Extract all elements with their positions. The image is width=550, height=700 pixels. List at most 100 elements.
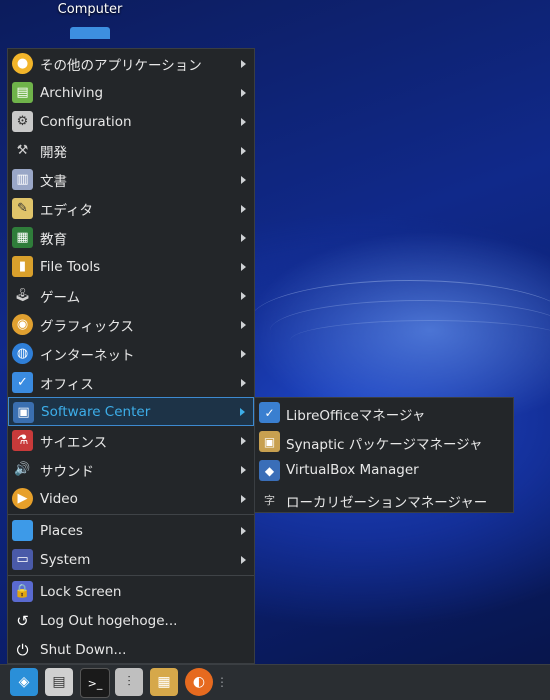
menu-item-science[interactable]: ⚗ サイエンス (8, 426, 254, 455)
menu-item-label: File Tools (40, 258, 101, 275)
application-menu: ● その他のアプリケーション ▤ Archiving ⚙ Configurati… (7, 48, 255, 664)
menu-item-file-tools[interactable]: ▮ File Tools (8, 252, 254, 281)
menu-item-label: その他のアプリケーション (40, 57, 202, 74)
menu-item-label: ゲーム (40, 289, 81, 306)
chevron-right-icon (241, 59, 246, 68)
menu-item-label: System (40, 551, 91, 568)
file-manager-icon[interactable]: ▤ (45, 668, 73, 696)
power-icon: ⏻ (16, 640, 29, 659)
globe-icon: ◍ (12, 343, 33, 364)
menu-item-label: Places (40, 522, 83, 539)
menu-item-sound[interactable]: 🔊 サウンド (8, 455, 254, 484)
menu-item-label: インターネット (40, 347, 135, 364)
menu-item-editors[interactable]: ✎ エディタ (8, 194, 254, 223)
lock-screen-icon: 🔒 (12, 581, 33, 602)
submenu-item-label: VirtualBox Manager (286, 462, 419, 478)
menu-item-label: 開発 (40, 144, 67, 161)
submenu-item-localization[interactable]: 字 ローカリゼーションマネージャー (255, 485, 513, 514)
palette-icon: ◉ (12, 314, 33, 335)
file-tools-icon: ▮ (12, 256, 33, 277)
firefox-icon[interactable]: ◐ (185, 668, 213, 696)
menu-separator (8, 575, 254, 576)
archive-icon: ▤ (12, 82, 33, 103)
editor-icon: ✎ (12, 198, 33, 219)
menu-item-development[interactable]: ⚒ 開発 (8, 136, 254, 165)
video-icon: ▶ (12, 488, 33, 509)
folder-icon (12, 520, 33, 541)
menu-item-configuration[interactable]: ⚙ Configuration (8, 107, 254, 136)
menu-item-label: 教育 (40, 231, 67, 248)
apps-icon: ● (12, 53, 33, 74)
menu-item-graphics[interactable]: ◉ グラフィックス (8, 310, 254, 339)
chevron-right-icon (241, 117, 246, 126)
wallpaper-streak (290, 320, 550, 361)
logout-icon: ↺ (16, 611, 29, 630)
chevron-right-icon (241, 436, 246, 445)
virtualbox-icon: ◆ (259, 460, 280, 481)
submenu-item-label: ローカリゼーションマネージャー (286, 495, 488, 511)
submenu-item-label: Synaptic パッケージマネージャ (286, 437, 483, 453)
menu-item-other-apps[interactable]: ● その他のアプリケーション (8, 49, 254, 78)
desktop-icon-label: Computer (57, 2, 123, 17)
chevron-right-icon (241, 349, 246, 358)
menu-item-label: サウンド (40, 463, 94, 480)
chevron-right-icon (241, 291, 246, 300)
menu-item-system[interactable]: ▭ System (8, 545, 254, 574)
chevron-right-icon (241, 494, 246, 503)
terminal-icon[interactable]: >_ (80, 668, 110, 698)
submenu-item-virtualbox[interactable]: ◆ VirtualBox Manager (255, 456, 513, 485)
menu-item-label: Configuration (40, 113, 132, 130)
chevron-right-icon (241, 233, 246, 242)
chevron-right-icon (241, 175, 246, 184)
speaker-icon: 🔊 (14, 462, 31, 477)
menu-item-label: Shut Down... (40, 641, 127, 658)
package-icon[interactable]: ▦ (150, 668, 178, 696)
office-icon: ✓ (12, 372, 33, 393)
menu-item-software-center[interactable]: ▣ Software Center (8, 397, 254, 426)
science-icon: ⚗ (12, 430, 33, 451)
mixer-icon[interactable]: ⫶ (115, 668, 143, 696)
menu-item-label: オフィス (40, 376, 94, 393)
menu-item-label: 文書 (40, 173, 67, 190)
software-center-icon: ▣ (13, 402, 34, 423)
app-launcher-icon[interactable]: ◈ (10, 668, 38, 696)
software-center-submenu: ✓ LibreOfficeマネージャ ▣ Synaptic パッケージマネージャ… (254, 397, 514, 513)
menu-item-lock-screen[interactable]: 🔒 Lock Screen (8, 577, 254, 606)
menu-item-label: サイエンス (40, 434, 108, 451)
more-icon[interactable]: ⋮ (215, 668, 229, 696)
chalkboard-icon: ▦ (12, 227, 33, 248)
hammer-icon: ⚒ (16, 143, 29, 158)
menu-item-label: エディタ (40, 202, 94, 219)
menu-item-label: Video (40, 490, 78, 507)
joystick-icon: 🕹 (14, 288, 31, 303)
menu-item-label: Log Out hogehoge... (40, 612, 178, 629)
chevron-right-icon (241, 146, 246, 155)
menu-item-archiving[interactable]: ▤ Archiving (8, 78, 254, 107)
menu-item-games[interactable]: 🕹 ゲーム (8, 281, 254, 310)
menu-item-documents[interactable]: ▥ 文書 (8, 165, 254, 194)
submenu-item-synaptic[interactable]: ▣ Synaptic パッケージマネージャ (255, 427, 513, 456)
submenu-item-libreoffice-manager[interactable]: ✓ LibreOfficeマネージャ (255, 398, 513, 427)
libreoffice-icon: ✓ (259, 402, 280, 423)
chevron-right-icon (241, 465, 246, 474)
menu-item-label: Archiving (40, 84, 104, 101)
menu-item-education[interactable]: ▦ 教育 (8, 223, 254, 252)
menu-item-places[interactable]: Places (8, 516, 254, 545)
monitor-icon: ▭ (12, 549, 33, 570)
chevron-right-icon (241, 320, 246, 329)
desktop-icon-computer[interactable]: Computer (52, 2, 128, 39)
menu-item-office[interactable]: ✓ オフィス (8, 368, 254, 397)
menu-item-shut-down[interactable]: ⏻ Shut Down... (8, 635, 254, 664)
menu-item-label: グラフィックス (40, 318, 134, 335)
chevron-right-icon (240, 407, 245, 416)
synaptic-icon: ▣ (259, 431, 280, 452)
chevron-right-icon (241, 262, 246, 271)
menu-item-internet[interactable]: ◍ インターネット (8, 339, 254, 368)
menu-item-label: Software Center (41, 403, 151, 420)
menu-item-video[interactable]: ▶ Video (8, 484, 254, 513)
taskbar: ◈ ▤ >_ ⫶ ▦ ◐ ⋮ (0, 664, 550, 700)
chevron-right-icon (241, 88, 246, 97)
menu-separator (8, 514, 254, 515)
menu-item-log-out[interactable]: ↺ Log Out hogehoge... (8, 606, 254, 635)
submenu-item-label: LibreOfficeマネージャ (286, 408, 426, 424)
